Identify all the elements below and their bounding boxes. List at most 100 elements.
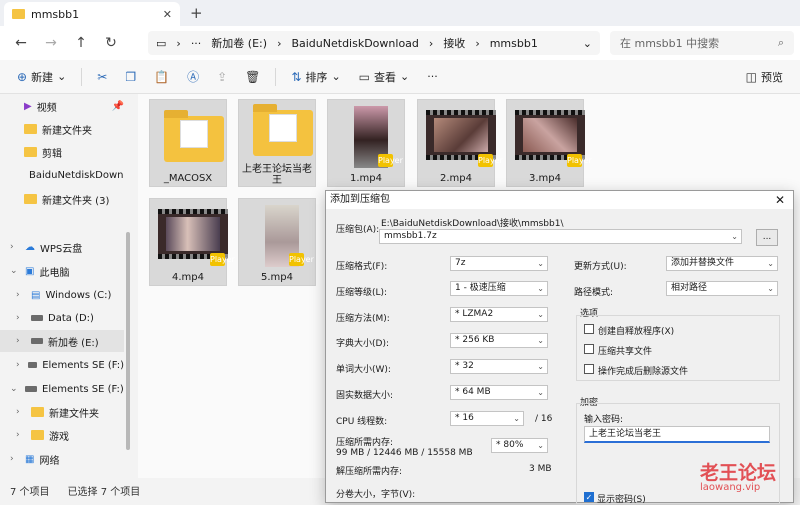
- chevron-down-icon: ⌄: [537, 441, 544, 450]
- new-tab-button[interactable]: +: [190, 4, 203, 22]
- close-tab-icon[interactable]: ✕: [163, 8, 172, 21]
- level-value: 1 - 极速压缩: [455, 283, 506, 293]
- watermark-logo: 老王论坛: [700, 462, 777, 484]
- sfx-checkbox[interactable]: [584, 324, 594, 334]
- file-item[interactable]: _MACOSX: [149, 99, 227, 187]
- file-name: 2.mp4: [440, 173, 472, 184]
- archive-label: 压缩包(A):: [336, 225, 380, 235]
- file-item[interactable]: 上老王论坛当老王: [238, 99, 316, 187]
- solid-value: * 64 MB: [455, 387, 491, 397]
- video-thumbnail: Player: [156, 203, 235, 266]
- word-select[interactable]: * 32 ⌄: [450, 359, 548, 374]
- breadcrumb-sep-icon: ›: [475, 36, 480, 50]
- breadcrumb-item[interactable]: 新加卷 (E:): [211, 35, 267, 51]
- show-password-checkbox[interactable]: ✓: [584, 492, 594, 502]
- windows-drive-icon: ▤: [31, 289, 41, 301]
- new-button[interactable]: ⊕ 新建 ⌄: [10, 64, 73, 90]
- level-select[interactable]: 1 - 极速压缩 ⌄: [450, 281, 548, 296]
- search-input[interactable]: 在 mmsbb1 中搜索 ⌕: [610, 31, 794, 55]
- breadcrumb-more[interactable]: ···: [191, 37, 202, 50]
- sidebar-item-wps[interactable]: › ☁ WPS云盘: [0, 236, 124, 258]
- sidebar-item-videos[interactable]: ▶ 视频 📌: [0, 95, 124, 117]
- file-item[interactable]: Player 2.mp4: [417, 99, 503, 187]
- show-password-label: 显示密码(S): [597, 495, 646, 505]
- cpu-select[interactable]: * 16 ⌄: [450, 411, 524, 426]
- pin-icon[interactable]: 📌: [112, 101, 124, 112]
- tab-mmsbb1[interactable]: mmsbb1 ✕: [4, 2, 180, 26]
- chevron-down-icon[interactable]: ⌄: [10, 266, 20, 276]
- chevron-right-icon[interactable]: ›: [10, 242, 20, 252]
- cloud-icon: ☁: [25, 241, 35, 253]
- copy-button[interactable]: ❐: [118, 64, 143, 90]
- chevron-down-icon: ⌄: [57, 70, 67, 83]
- rename-button[interactable]: Ⓐ: [180, 64, 206, 90]
- sidebar-item-f-drive-2[interactable]: ⌄ Elements SE (F:): [0, 378, 124, 400]
- method-select[interactable]: * LZMA2 ⌄: [450, 307, 548, 322]
- chevron-right-icon[interactable]: ›: [16, 407, 26, 417]
- sort-button[interactable]: ⇅ 排序 ⌄: [284, 64, 347, 90]
- file-item[interactable]: Player 1.mp4: [327, 99, 405, 187]
- chevron-right-icon[interactable]: ›: [10, 454, 20, 464]
- sidebar-item-f-drive[interactable]: › Elements SE (F:): [0, 354, 124, 376]
- paste-button[interactable]: 📋: [147, 64, 176, 90]
- more-button[interactable]: ···: [420, 64, 445, 90]
- refresh-button[interactable]: ↻: [96, 35, 126, 51]
- sidebar-item-e-drive[interactable]: › 新加卷 (E:): [0, 330, 124, 352]
- sidebar-item-new-folder-f[interactable]: › 新建文件夹: [0, 401, 124, 423]
- sidebar-item-baidu[interactable]: BaiduNetdiskDownl: [0, 164, 124, 186]
- format-value: 7z: [455, 258, 466, 268]
- breadcrumb-item[interactable]: BaiduNetdiskDownload: [291, 37, 418, 50]
- chevron-right-icon[interactable]: ›: [16, 290, 26, 300]
- share-button[interactable]: ⇪: [210, 64, 234, 90]
- sidebar-item-new-folder[interactable]: 新建文件夹: [0, 118, 124, 140]
- dict-select[interactable]: * 256 KB ⌄: [450, 333, 548, 348]
- chevron-down-icon: ⌄: [537, 310, 544, 319]
- sidebar-item-network[interactable]: › ▦ 网络: [0, 448, 124, 470]
- chevron-right-icon[interactable]: ›: [16, 430, 26, 440]
- browse-button[interactable]: ...: [756, 229, 778, 246]
- mem-percent-select[interactable]: * 80% ⌄: [491, 438, 548, 453]
- delete-after-checkbox[interactable]: [584, 364, 594, 374]
- chevron-down-icon[interactable]: ⌄: [10, 384, 20, 394]
- update-select[interactable]: 添加并替换文件 ⌄: [666, 256, 778, 271]
- format-select[interactable]: 7z ⌄: [450, 256, 548, 271]
- path-mode-select[interactable]: 相对路径 ⌄: [666, 281, 778, 296]
- chevron-down-icon: ⌄: [513, 414, 520, 423]
- file-item[interactable]: Player 3.mp4: [506, 99, 592, 187]
- sidebar-item-games[interactable]: › 游戏: [0, 424, 124, 446]
- solid-select[interactable]: * 64 MB ⌄: [450, 385, 548, 400]
- breadcrumb-item[interactable]: mmsbb1: [490, 37, 538, 50]
- shared-checkbox[interactable]: [584, 344, 594, 354]
- view-button[interactable]: ▭ 查看 ⌄: [352, 64, 417, 90]
- chevron-down-icon: ⌄: [537, 362, 544, 371]
- cut-button[interactable]: ✂: [90, 64, 114, 90]
- chevron-down-icon: ⌄: [731, 232, 738, 241]
- sidebar-item-c-drive[interactable]: › ▤ Windows (C:): [0, 284, 124, 306]
- breadcrumb-item[interactable]: 接收: [443, 35, 465, 51]
- breadcrumb[interactable]: ▭ › ··· 新加卷 (E:) › BaiduNetdiskDownload …: [148, 31, 600, 55]
- chevron-right-icon[interactable]: ›: [16, 313, 26, 323]
- sidebar-item-label: 游戏: [49, 431, 69, 443]
- chevron-down-icon[interactable]: ⌄: [583, 37, 592, 50]
- dict-label: 字典大小(D):: [336, 339, 389, 349]
- back-button[interactable]: ←: [6, 35, 36, 51]
- password-input[interactable]: 上老王论坛当老王: [584, 426, 770, 443]
- file-item[interactable]: Player 5.mp4: [238, 198, 316, 286]
- up-button[interactable]: ↑: [66, 35, 96, 51]
- sidebar-item-clips[interactable]: 剪辑: [0, 141, 124, 163]
- monitor-icon: ▭: [156, 36, 167, 50]
- sidebar-scrollbar[interactable]: [126, 232, 130, 450]
- preview-button[interactable]: ◫ 预览: [739, 64, 790, 90]
- archive-name-value: mmsbb1.7z: [384, 231, 437, 241]
- chevron-right-icon[interactable]: ›: [16, 360, 23, 370]
- sidebar-item-new-folder-3[interactable]: 新建文件夹 (3): [0, 188, 124, 210]
- file-item[interactable]: Player 4.mp4: [149, 198, 235, 286]
- close-icon[interactable]: ✕: [775, 191, 785, 209]
- archive-name-combo[interactable]: mmsbb1.7z ⌄: [379, 229, 742, 244]
- sidebar-item-d-drive[interactable]: › Data (D:): [0, 307, 124, 329]
- sidebar-item-this-pc[interactable]: ⌄ ▣ 此电脑: [0, 260, 124, 282]
- delete-button[interactable]: 🗑: [238, 64, 267, 90]
- sidebar-item-label: 视频: [36, 102, 57, 114]
- chevron-right-icon[interactable]: ›: [16, 336, 26, 346]
- forward-button[interactable]: →: [36, 35, 66, 51]
